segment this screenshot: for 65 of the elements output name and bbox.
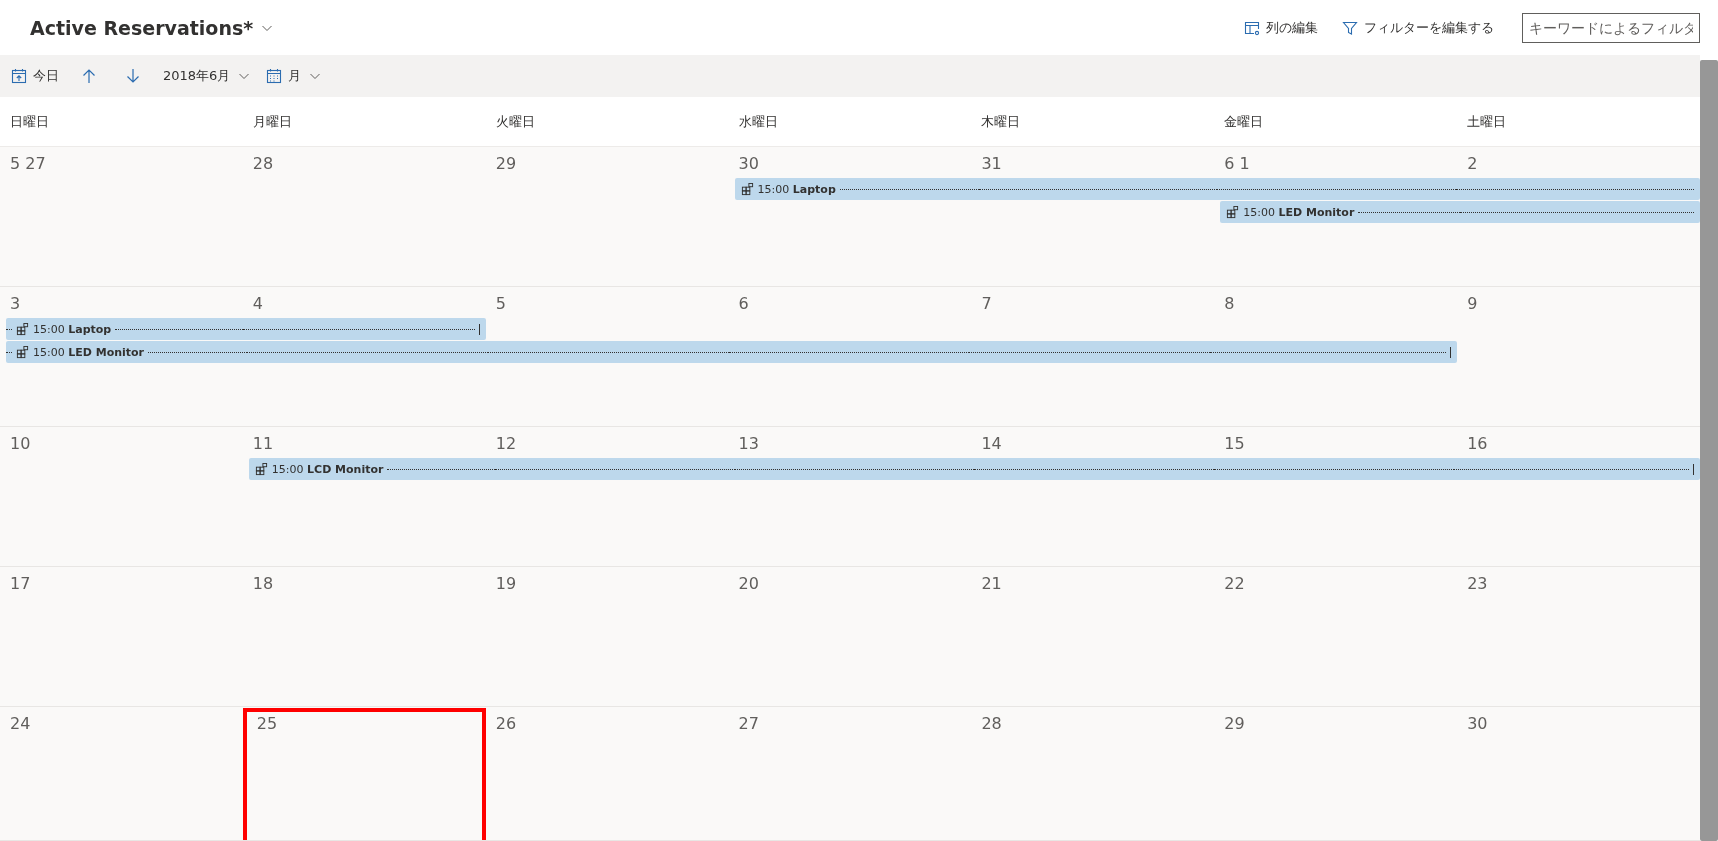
day-number: 23 xyxy=(1467,574,1488,593)
day-number: 25 xyxy=(256,714,278,733)
day-number: 30 xyxy=(1467,714,1488,733)
day-number: 10 xyxy=(10,434,31,453)
asset-icon xyxy=(16,345,29,359)
view-mode-dropdown[interactable]: 月 xyxy=(260,63,328,89)
day-number: 13 xyxy=(738,434,759,453)
arrow-up-icon xyxy=(81,68,97,84)
asset-icon xyxy=(740,182,754,196)
calendar-today-icon xyxy=(11,68,27,84)
day-number: 7 xyxy=(981,294,992,313)
filter-icon xyxy=(1342,19,1358,36)
period-dropdown[interactable]: 2018年6月 xyxy=(157,63,257,89)
day-number: 22 xyxy=(1224,574,1245,593)
weekday-header: 水曜日 xyxy=(737,112,778,131)
event-bar[interactable]: 15:00 LED Monitor xyxy=(1220,201,1700,223)
day-number: 28 xyxy=(252,154,274,173)
column-settings-icon xyxy=(1244,19,1260,36)
event-bar[interactable]: 15:00 LCD Monitor xyxy=(248,458,1700,480)
day-number: 26 xyxy=(495,714,517,733)
day-number: 3 xyxy=(10,294,21,313)
day-number: 11 xyxy=(252,434,274,453)
day-number: 21 xyxy=(981,574,1002,593)
day-number: 6 1 xyxy=(1224,154,1250,173)
weekday-header: 火曜日 xyxy=(494,112,535,131)
day-number: 5 xyxy=(495,294,506,313)
day-number: 5 27 xyxy=(10,154,46,173)
weekday-header: 土曜日 xyxy=(1466,112,1507,131)
day-number: 6 xyxy=(738,294,749,313)
weekday-header: 日曜日 xyxy=(9,112,49,131)
asset-icon xyxy=(16,322,29,336)
weekday-header: 月曜日 xyxy=(251,112,292,131)
calendar-icon xyxy=(266,68,283,84)
arrow-down-icon xyxy=(125,68,141,84)
day-number: 18 xyxy=(252,574,274,593)
today-button[interactable]: 今日 xyxy=(5,63,65,89)
edit-columns-button[interactable]: 列の編集 xyxy=(1232,18,1330,37)
day-number: 29 xyxy=(1224,714,1245,733)
day-number: 19 xyxy=(495,574,517,593)
day-number: 24 xyxy=(10,714,31,733)
day-number: 17 xyxy=(10,574,31,593)
day-number: 14 xyxy=(981,434,1002,453)
day-number: 9 xyxy=(1467,294,1478,313)
asset-icon xyxy=(254,462,268,476)
scrollbar[interactable] xyxy=(1700,60,1718,841)
day-number: 12 xyxy=(495,434,517,453)
day-number: 8 xyxy=(1224,294,1235,313)
day-number: 16 xyxy=(1467,434,1488,453)
day-number: 15 xyxy=(1224,434,1245,453)
day-number: 29 xyxy=(495,154,517,173)
day-number: 4 xyxy=(252,294,264,313)
day-number: 27 xyxy=(738,714,759,733)
asset-icon xyxy=(1226,205,1240,219)
day-number: 31 xyxy=(981,154,1002,173)
event-bar[interactable]: 15:00 Laptop xyxy=(6,318,486,340)
event-bar[interactable]: 15:00 Laptop xyxy=(734,178,1700,200)
day-number: 2 xyxy=(1467,154,1478,173)
day-number: 28 xyxy=(981,714,1002,733)
day-number: 20 xyxy=(738,574,759,593)
view-title[interactable]: Active Reservations* xyxy=(30,16,254,39)
event-bar[interactable]: 15:00 LED Monitor xyxy=(6,341,1458,363)
day-number: 30 xyxy=(738,154,759,173)
weekday-header: 金曜日 xyxy=(1223,112,1264,131)
edit-filters-button[interactable]: フィルターを編集する xyxy=(1330,18,1506,37)
weekday-header: 木曜日 xyxy=(980,112,1021,131)
